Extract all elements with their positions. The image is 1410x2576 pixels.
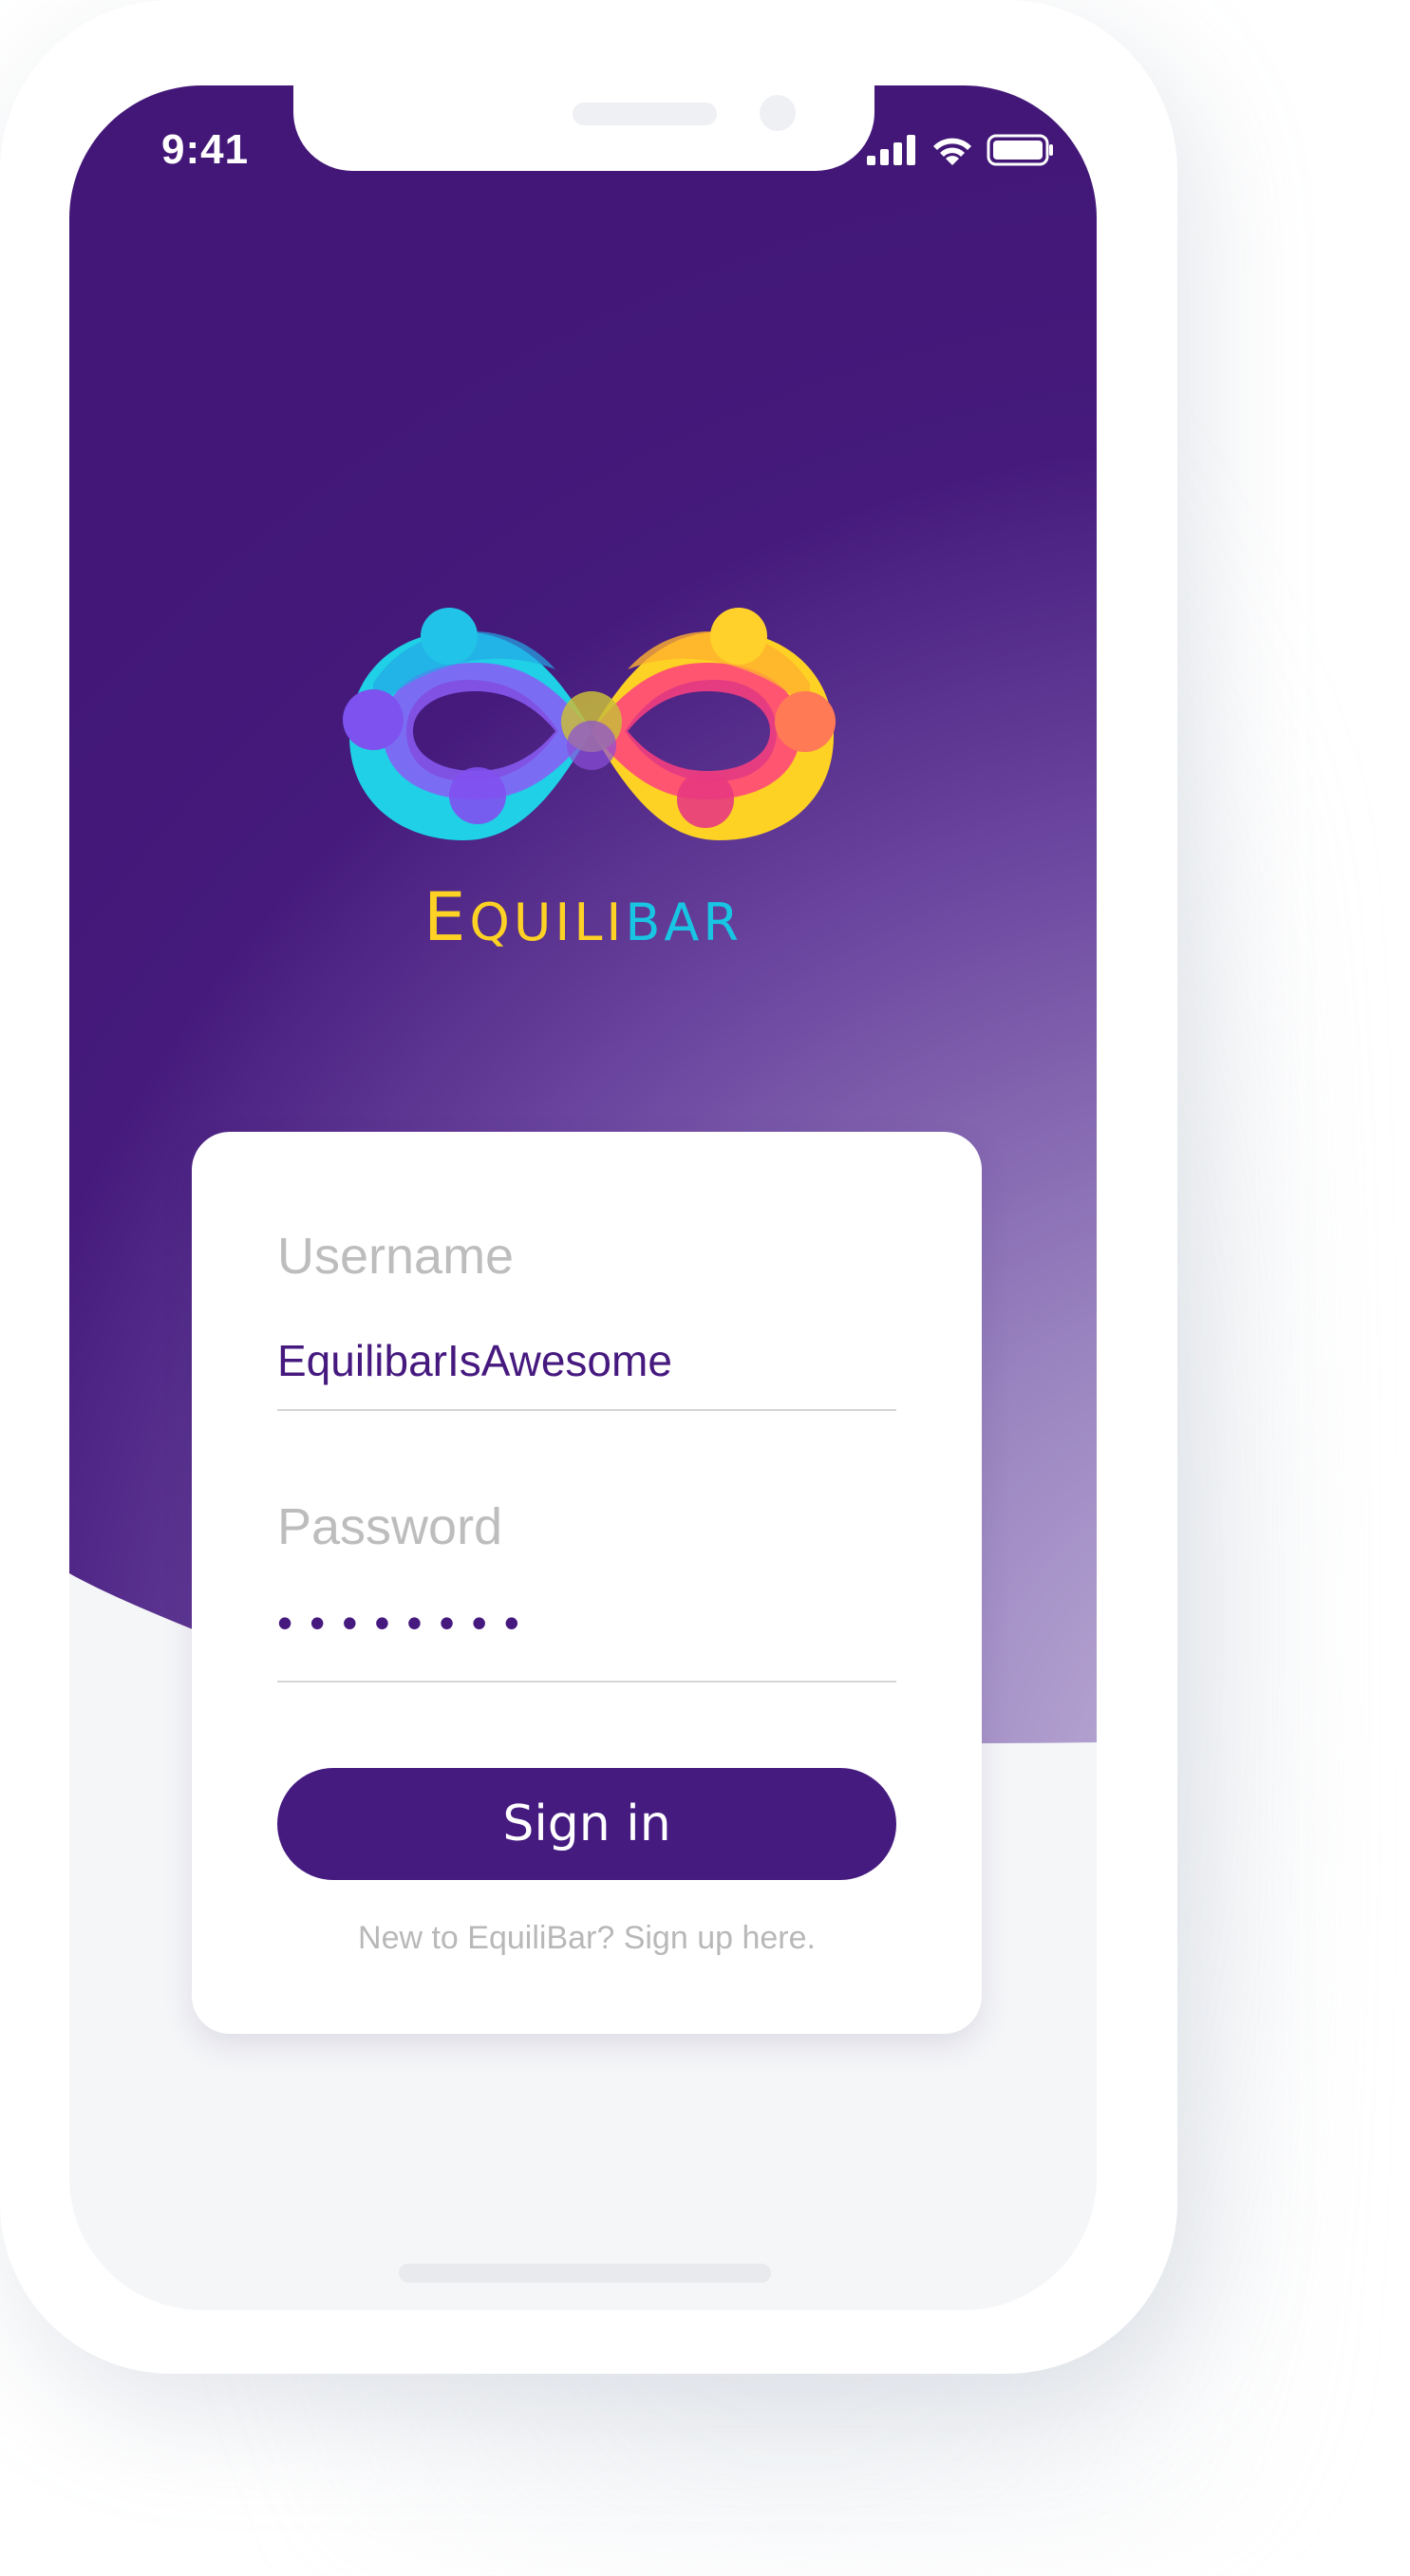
- home-indicator: [399, 2264, 771, 2283]
- sign-in-button[interactable]: Sign in: [277, 1768, 896, 1880]
- brand-name-part2: BAR: [625, 893, 743, 952]
- status-time: 9:41: [161, 126, 250, 173]
- brand-initial: E: [423, 878, 470, 956]
- brand-name-part1: QUILI: [469, 893, 626, 952]
- front-camera: [760, 95, 796, 131]
- wifi-icon: [933, 138, 971, 165]
- sign-up-link[interactable]: New to EquiliBar? Sign up here.: [192, 1920, 982, 1957]
- phone-frame: 9:41 EQUILIBAR Username EquilibarIsAweso…: [0, 0, 1177, 2374]
- password-underline: [277, 1681, 896, 1683]
- username-underline: [277, 1409, 896, 1411]
- password-field[interactable]: ••••••••: [277, 1597, 536, 1648]
- username-field[interactable]: EquilibarIsAwesome: [277, 1335, 672, 1386]
- phone-screen: 9:41 EQUILIBAR Username EquilibarIsAweso…: [69, 85, 1097, 2310]
- brand-wordmark: EQUILIBAR: [69, 878, 1097, 956]
- cellular-signal-icon: [867, 135, 915, 165]
- stage: 9:41 EQUILIBAR Username EquilibarIsAweso…: [0, 0, 1410, 2576]
- speaker-grille: [573, 103, 717, 125]
- username-label: Username: [277, 1228, 515, 1285]
- infinity-logo: [343, 608, 836, 840]
- password-label: Password: [277, 1498, 503, 1555]
- battery-icon: [987, 134, 1053, 166]
- status-icons: [867, 131, 1055, 169]
- login-card: Username EquilibarIsAwesome Password •••…: [192, 1132, 982, 2034]
